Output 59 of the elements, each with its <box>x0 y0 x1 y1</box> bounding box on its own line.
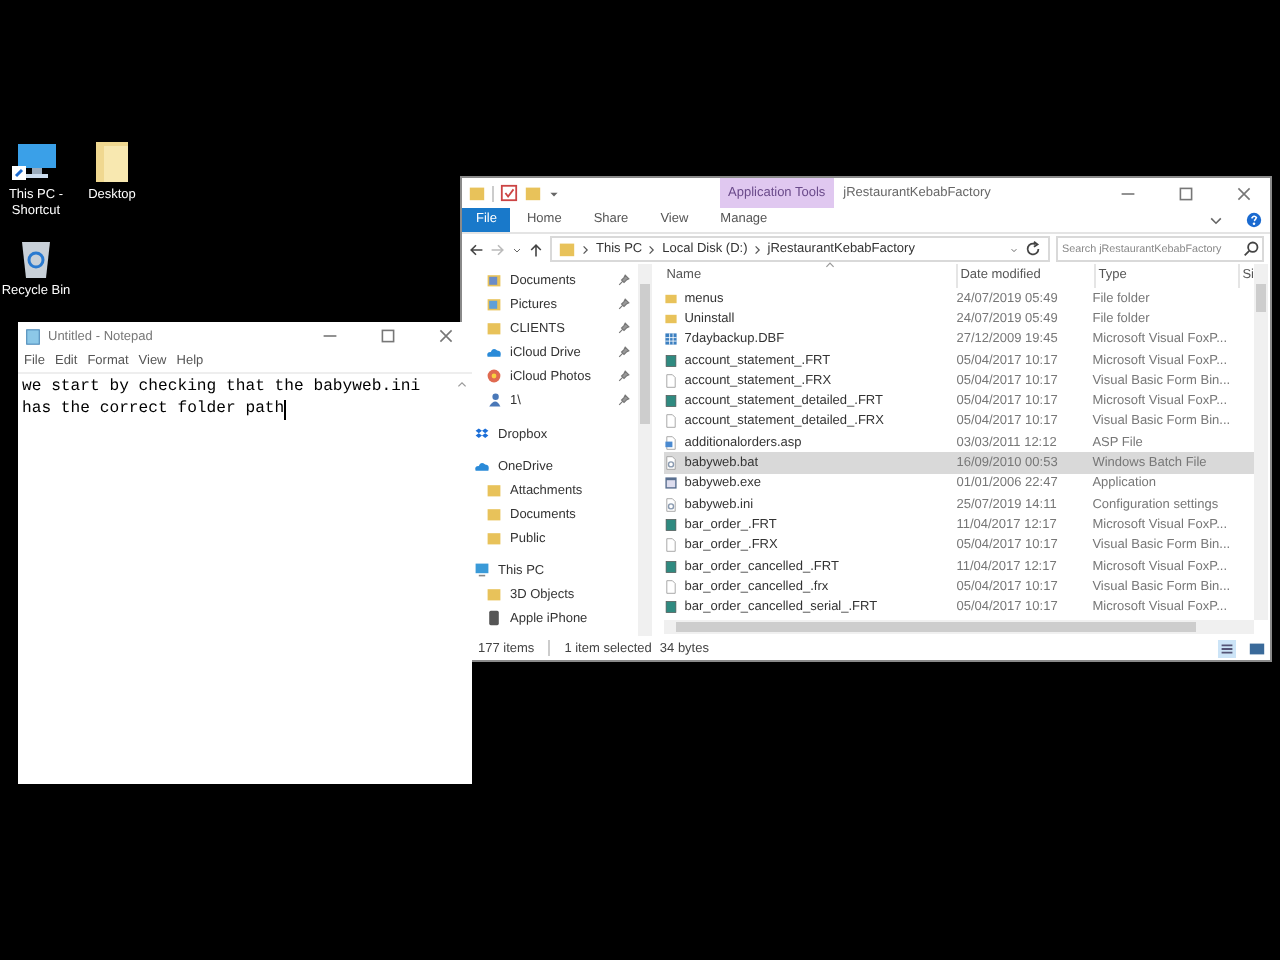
close-icon[interactable] <box>1236 185 1252 201</box>
pin-icon[interactable] <box>618 274 631 286</box>
computer-icon[interactable] <box>12 140 60 184</box>
file-icon <box>664 394 679 409</box>
picture-folder-icon <box>486 296 502 312</box>
folder-icon <box>558 240 576 258</box>
file-icon <box>664 353 679 368</box>
application-icon <box>664 476 679 491</box>
maximize-icon[interactable] <box>380 328 396 344</box>
close-icon[interactable] <box>438 328 454 344</box>
text-line: we start by checking that the babyweb.ini <box>22 376 421 398</box>
text-cursor <box>284 399 287 419</box>
script-file-icon <box>664 435 679 450</box>
text-line: has the correct folder path <box>22 398 285 420</box>
blank-file-icon <box>664 414 679 429</box>
chevron-right-icon <box>648 243 657 255</box>
horizontal-scrollbar[interactable] <box>664 620 1254 634</box>
dropdown-icon[interactable] <box>548 187 560 199</box>
scroll-up-icon[interactable] <box>456 380 468 388</box>
up-arrow-icon[interactable] <box>528 241 544 257</box>
document-folder-icon <box>486 272 502 288</box>
phone-icon <box>486 610 502 626</box>
pin-icon[interactable] <box>618 394 631 406</box>
pin-icon[interactable] <box>618 370 631 382</box>
chevron-right-icon <box>753 243 762 255</box>
refresh-icon[interactable] <box>1024 240 1042 258</box>
blank-file-icon <box>664 579 679 594</box>
box-icon <box>474 426 490 442</box>
folder-icon <box>486 586 502 602</box>
folder-icon <box>486 320 502 336</box>
settings-file-icon <box>664 456 679 471</box>
maximize-icon[interactable] <box>1178 185 1194 201</box>
user-icon <box>486 392 502 408</box>
help-icon[interactable] <box>1246 212 1262 228</box>
text-area[interactable]: we start by checking that the babyweb.ini has the correct folder path <box>18 372 472 784</box>
checkbox-icon[interactable] <box>500 184 518 202</box>
details-view-icon[interactable] <box>1218 639 1236 657</box>
search-icon[interactable] <box>1242 240 1260 258</box>
notepad-icon <box>24 327 42 345</box>
pin-icon[interactable] <box>618 322 631 334</box>
cloud-icon <box>486 344 502 360</box>
cloud-icon <box>474 458 490 474</box>
scrollbar[interactable] <box>638 264 653 636</box>
blank-file-icon <box>664 373 679 388</box>
pin-icon[interactable] <box>618 346 631 358</box>
chevron-right-icon <box>582 243 590 255</box>
settings-file-icon <box>664 497 679 512</box>
large-icons-view-icon[interactable] <box>1248 639 1266 657</box>
scrollbar[interactable] <box>1254 264 1268 620</box>
file-icon <box>664 600 679 615</box>
file-icon <box>664 517 679 532</box>
blank-file-icon <box>664 538 679 553</box>
computer-icon <box>474 562 490 578</box>
pin-icon[interactable] <box>618 298 631 310</box>
table-icon <box>664 332 679 347</box>
flower-icon <box>486 368 502 384</box>
chevron-down-icon[interactable] <box>1208 212 1224 228</box>
back-arrow-icon[interactable] <box>468 241 484 257</box>
file-icon <box>664 559 679 573</box>
